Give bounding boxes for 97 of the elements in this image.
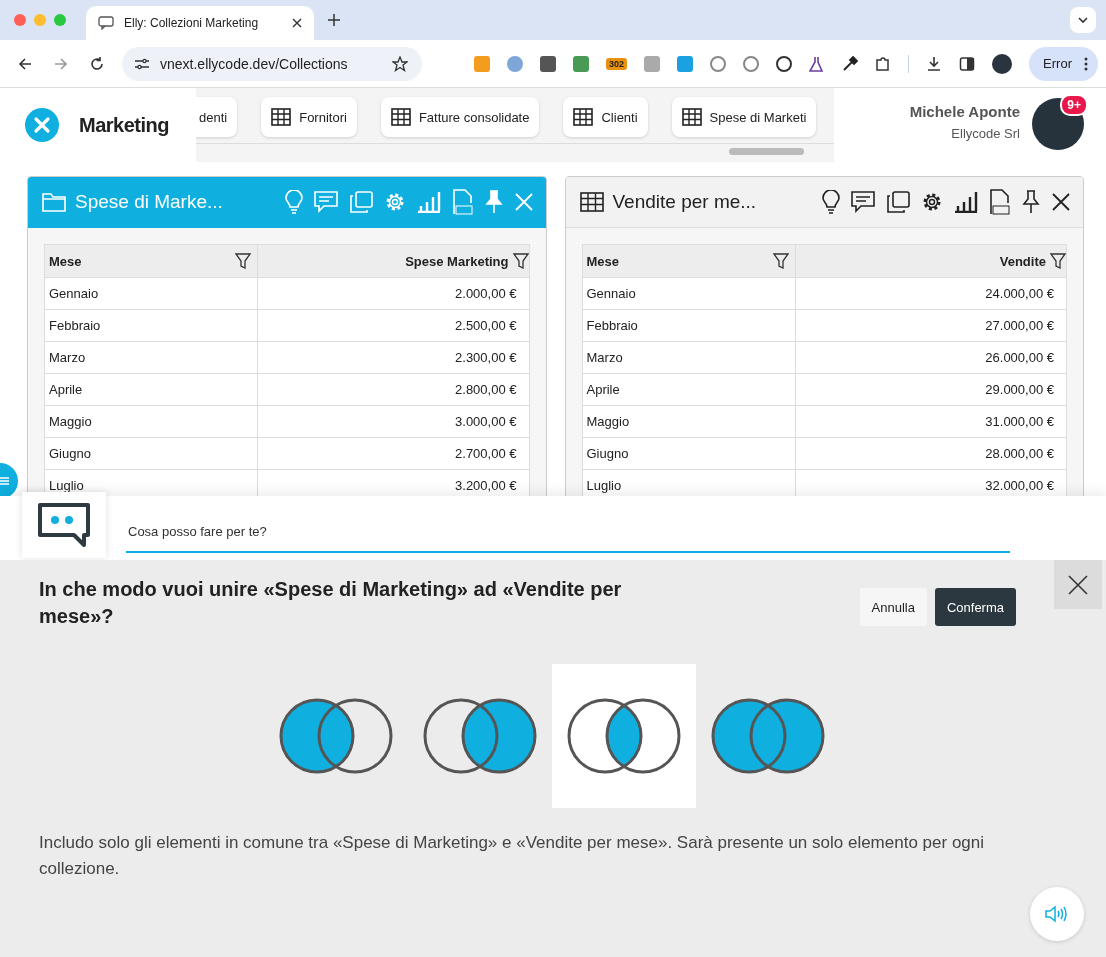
table-cell: Febbraio <box>582 309 796 342</box>
new-tab-icon[interactable] <box>328 14 340 26</box>
speaker-icon <box>1045 905 1069 923</box>
table-cell: 28.000,00 € <box>795 437 1067 470</box>
table-cell: 27.000,00 € <box>795 309 1067 342</box>
chat-icon <box>98 16 114 30</box>
app-title: Marketing <box>79 113 169 137</box>
close-icon <box>1068 574 1088 595</box>
panel-title: Spese di Marke... <box>75 191 223 213</box>
collection-tab[interactable]: Fornitori <box>261 97 357 137</box>
cancel-button[interactable]: Annulla <box>859 588 927 626</box>
flask-icon[interactable] <box>809 55 826 72</box>
table-cell: Gennaio <box>582 277 796 310</box>
comment-icon[interactable] <box>851 191 875 213</box>
join-description: Includo solo gli elementi in comune tra «Spese di Marketing» e «Vendite per mese». Sarà presente un solo elemento per ogni collezione. <box>39 832 986 880</box>
back-icon[interactable] <box>18 56 32 71</box>
company-name: Ellycode Srl <box>951 126 1020 141</box>
download-icon[interactable] <box>926 55 943 72</box>
profile-button[interactable]: Error <box>1029 46 1098 81</box>
column-title: Vendite <box>999 253 1046 269</box>
column-title: Mese <box>586 253 620 269</box>
column-title: Spese Marketing <box>405 253 509 269</box>
table-cell: Febbraio <box>44 309 258 342</box>
menu-icon <box>0 477 9 485</box>
copy-icon[interactable] <box>886 191 910 213</box>
table-cell: Giugno <box>44 437 258 470</box>
filter-icon[interactable] <box>235 253 252 269</box>
forward-icon[interactable] <box>54 56 68 71</box>
close-button[interactable] <box>1054 560 1102 609</box>
table-cell: 26.000,00 € <box>795 341 1067 374</box>
scrollbar-thumb[interactable] <box>729 148 804 155</box>
close-icon[interactable] <box>292 18 302 28</box>
table-cell: 2.000,00 € <box>257 277 529 310</box>
user-avatar[interactable] <box>1032 98 1084 150</box>
collection-tab[interactable]: Spese di Marketi <box>671 97 817 137</box>
table-cell: Aprile <box>582 373 796 406</box>
profile-avatar[interactable] <box>992 53 1013 74</box>
address-bar[interactable]: vnext.ellycode.dev/Collections <box>122 46 422 81</box>
star-icon[interactable] <box>392 55 408 72</box>
table-icon <box>390 108 411 126</box>
panel-title: Vendite per me... <box>612 191 757 213</box>
table-icon <box>573 108 594 126</box>
column-header[interactable]: Mese <box>44 244 258 278</box>
table-cell: 3.000,00 € <box>257 405 529 438</box>
table-icon <box>271 108 292 126</box>
user-name: Michele Aponte <box>909 103 1020 120</box>
table-icon <box>579 192 604 212</box>
side-panel-icon[interactable] <box>959 55 976 72</box>
extension-badge[interactable]: 302 <box>606 57 628 70</box>
table-cell: Giugno <box>582 437 796 470</box>
filter-icon[interactable] <box>1050 253 1066 269</box>
join-option[interactable] <box>551 664 696 808</box>
table-cell: 2.700,00 € <box>257 437 529 470</box>
extension-icon[interactable] <box>540 55 557 72</box>
puzzle-icon[interactable] <box>875 55 892 72</box>
confirm-button[interactable]: Conferma <box>934 588 1016 626</box>
table-cell: Maggio <box>44 405 258 438</box>
column-title: Mese <box>49 253 82 269</box>
pin-icon[interactable] <box>1022 190 1040 214</box>
table-cell: Gennaio <box>44 277 258 310</box>
table-cell: 2.300,00 € <box>257 341 529 374</box>
collection-tab[interactable]: denti <box>196 97 238 137</box>
csv-file-icon[interactable] <box>989 189 1011 215</box>
table-cell: 24.000,00 € <box>795 277 1067 310</box>
extension-icon[interactable] <box>776 55 793 72</box>
table-cell: 2.500,00 € <box>257 309 529 342</box>
folder-icon <box>42 192 66 212</box>
table-cell: Marzo <box>44 341 258 374</box>
browser-tab[interactable]: Elly: Collezioni Marketing <box>86 6 314 40</box>
collection-tab[interactable]: Fatture consolidate <box>380 97 540 137</box>
table-cell: Maggio <box>582 405 796 438</box>
site-settings-icon[interactable] <box>134 57 150 70</box>
filter-icon[interactable] <box>772 253 789 269</box>
column-header[interactable]: Spese Marketing <box>257 244 529 278</box>
table-icon <box>681 108 702 126</box>
table-cell: 29.000,00 € <box>795 373 1067 406</box>
join-question: In che modo vuoi unire «Spese di Marketing» ad «Vendite per mese»? <box>39 577 623 629</box>
column-header[interactable]: Mese <box>582 244 796 278</box>
table-cell: Aprile <box>44 373 258 406</box>
tab-menu-button[interactable] <box>1070 7 1096 33</box>
notification-badge[interactable]: 9+ <box>1060 94 1088 116</box>
close-icon[interactable] <box>1051 192 1071 212</box>
chevron-down-icon <box>1078 16 1088 24</box>
chat-bubble-icon <box>38 503 90 547</box>
lightbulb-icon[interactable] <box>822 190 840 214</box>
filter-icon[interactable] <box>512 253 529 269</box>
table-cell: 2.800,00 € <box>257 373 529 406</box>
table-cell: 31.000,00 € <box>795 405 1067 438</box>
table-cell: Marzo <box>582 341 796 374</box>
collection-tab[interactable]: Clienti <box>563 97 648 137</box>
eyedropper-icon[interactable] <box>842 55 859 72</box>
settings-icon[interactable] <box>921 191 943 213</box>
bar-chart-icon[interactable] <box>954 191 978 213</box>
more-icon <box>1084 56 1088 71</box>
url-text: vnext.ellycode.dev/Collections <box>160 55 348 72</box>
column-header[interactable]: Vendite <box>795 244 1067 278</box>
reload-icon[interactable] <box>90 56 104 71</box>
